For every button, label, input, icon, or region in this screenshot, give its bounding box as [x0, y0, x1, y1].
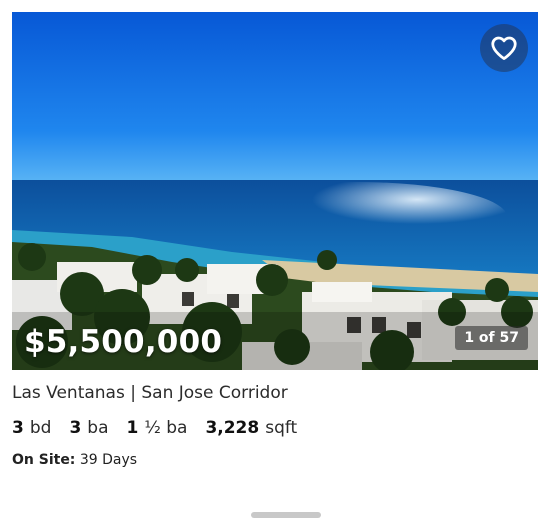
spec-bathrooms-unit: ba: [87, 418, 109, 438]
favorite-button[interactable]: [480, 24, 528, 72]
on-site-label: On Site:: [12, 452, 76, 468]
spec-square-feet-unit: sqft: [265, 418, 298, 438]
heart-outline-icon: [491, 36, 517, 60]
spec-square-feet-value: 3,228: [205, 418, 260, 438]
spec-bedrooms: 3 bd: [12, 418, 51, 438]
listing-specs: 3 bd 3 ba 1½ ba 3,228 sqft: [12, 418, 538, 438]
spec-half-baths-unit: ½ ba: [144, 418, 188, 438]
photo-counter-text: 1 of 57: [464, 330, 519, 346]
spec-square-feet: 3,228 sqft: [205, 418, 297, 438]
listing-photo[interactable]: $5,500,000 1 of 57: [12, 12, 538, 370]
spec-half-baths: 1½ ba: [127, 418, 188, 438]
listing-price: $5,500,000: [24, 324, 223, 360]
spec-bedrooms-value: 3: [12, 418, 24, 438]
on-site-value: 39 Days: [79, 452, 138, 468]
days-on-site: On Site: 39 Days: [12, 452, 538, 468]
spec-half-baths-value: 1: [126, 418, 139, 438]
spec-bedrooms-unit: bd: [29, 418, 52, 438]
listing-location[interactable]: Las Ventanas | San Jose Corridor: [12, 383, 538, 403]
scroll-handle[interactable]: [251, 512, 321, 518]
spec-bathrooms: 3 ba: [69, 418, 108, 438]
property-photo: [12, 12, 538, 370]
spec-bathrooms-value: 3: [69, 418, 82, 438]
photo-counter: 1 of 57: [455, 326, 528, 350]
listing-card[interactable]: $5,500,000 1 of 57 Las Ventanas | San Jo…: [12, 12, 538, 468]
